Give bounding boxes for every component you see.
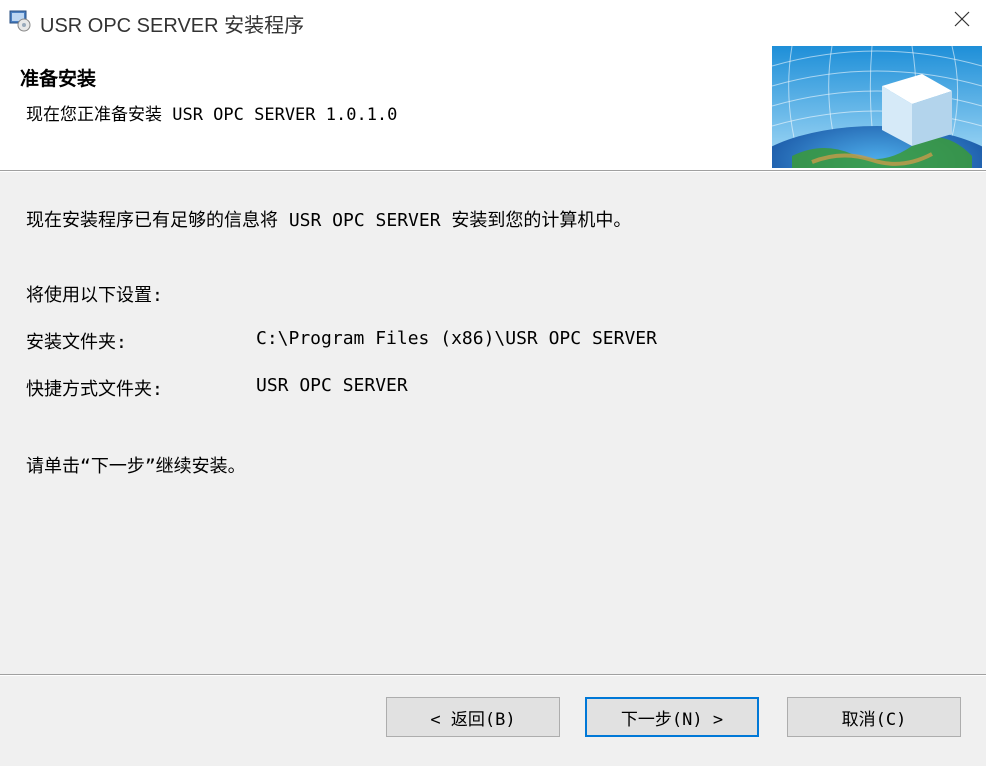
next-button[interactable]: 下一步(N) > [585,697,759,737]
window-title: USR OPC SERVER 安装程序 [40,15,305,37]
intro-text: 现在安装程序已有足够的信息将 USR OPC SERVER 安装到您的计算机中。 [26,210,632,231]
install-folder-label: 安装文件夹: [26,332,127,353]
shortcut-folder-label: 快捷方式文件夹: [26,379,163,400]
banner-image [737,45,986,246]
cancel-button[interactable]: 取消(C) [787,697,961,737]
footer-divider-highlight [0,675,986,676]
back-button[interactable]: < 返回(B) [386,697,560,737]
settings-heading: 将使用以下设置: [26,285,163,306]
shortcut-folder-value: USR OPC SERVER [256,375,408,396]
page-title: 准备安装 [20,68,97,90]
installer-icon [8,8,32,32]
close-button[interactable] [938,0,986,42]
header-divider-highlight [0,171,986,172]
title-bar: USR OPC SERVER 安装程序 [0,0,986,42]
page-subtitle: 现在您正准备安装 USR OPC SERVER 1.0.1.0 [26,105,398,125]
install-folder-value: C:\Program Files (x86)\USR OPC SERVER [256,328,657,349]
wizard-header: 准备安装 现在您正准备安装 USR OPC SERVER 1.0.1.0 [0,42,986,246]
instruction-text: 请单击“下一步”继续安装。 [26,456,246,477]
close-icon [954,11,970,31]
